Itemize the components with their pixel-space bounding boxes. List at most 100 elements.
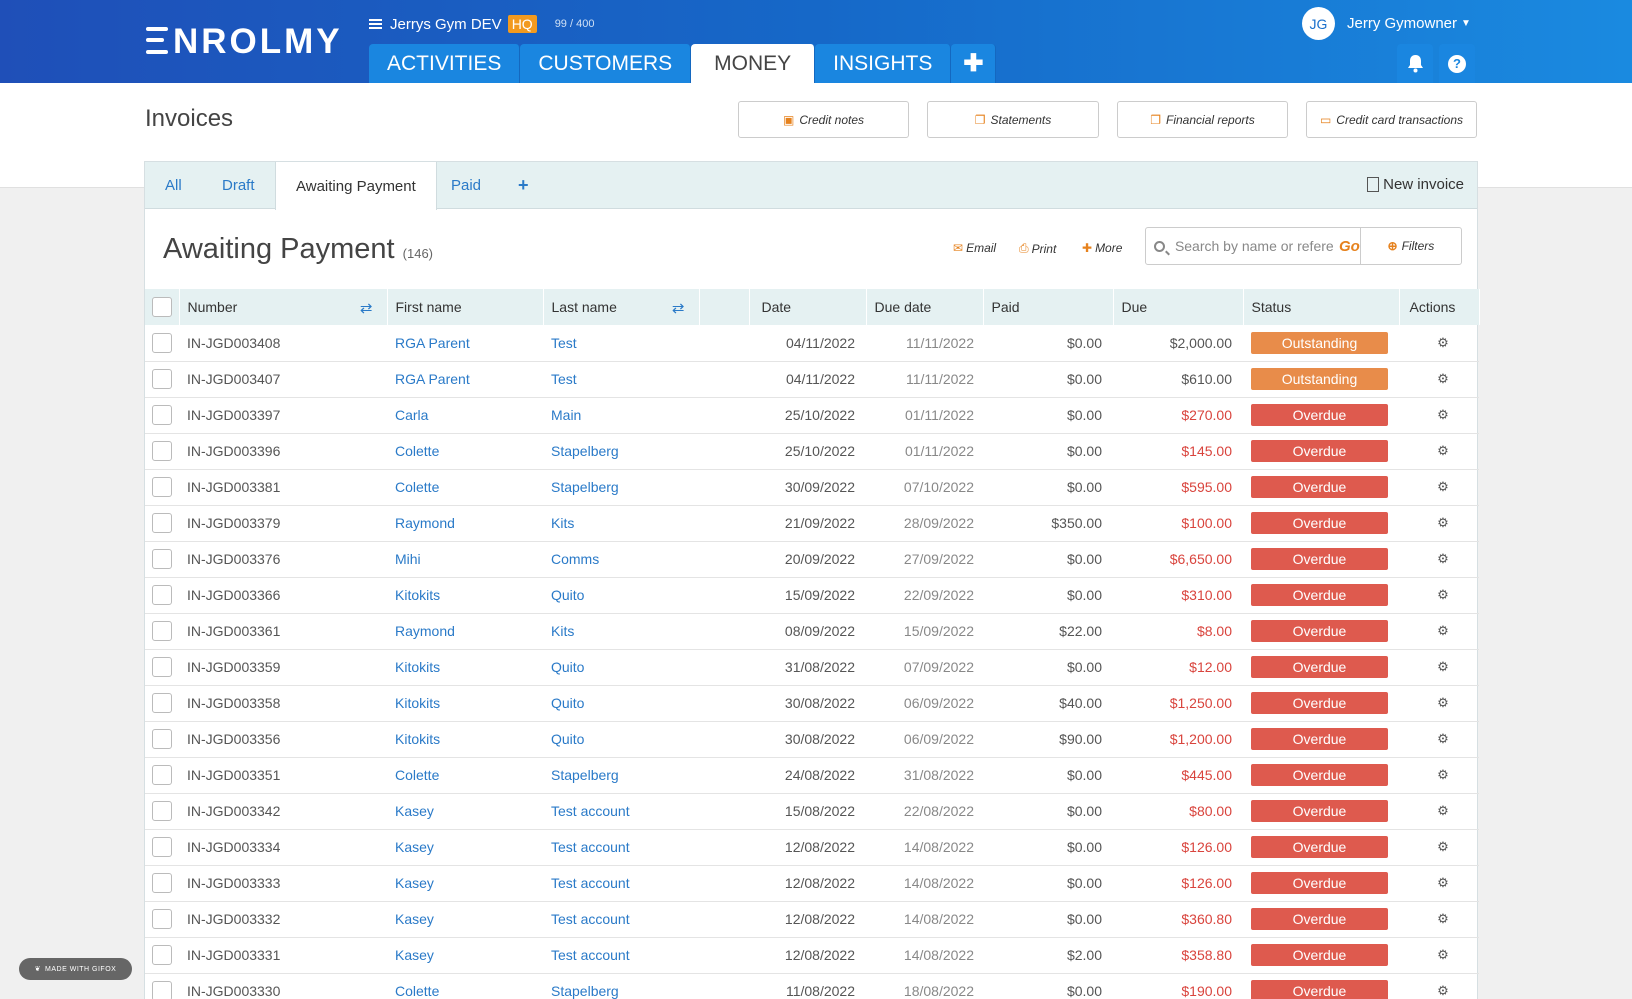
gear-icon[interactable]: ⚙ — [1407, 875, 1479, 891]
table-row[interactable]: IN-JGD003396 Colette Stapelberg 25/10/2022 0… — [145, 433, 1479, 469]
table-row[interactable]: IN-JGD003366 Kitokits Quito 15/09/2022 22/09… — [145, 577, 1479, 613]
invoice-number[interactable]: IN-JGD003396 — [179, 433, 387, 469]
gear-icon[interactable]: ⚙ — [1407, 911, 1479, 927]
table-row[interactable]: IN-JGD003381 Colette Stapelberg 30/09/2022 0… — [145, 469, 1479, 505]
gear-icon[interactable]: ⚙ — [1407, 407, 1479, 423]
search-input[interactable] — [1174, 238, 1333, 254]
statements-button[interactable]: ❐ Statements — [927, 101, 1099, 138]
nav-tab-money[interactable]: MONEY — [691, 44, 816, 83]
tab-awaiting-payment[interactable]: Awaiting Payment — [275, 162, 437, 210]
invoice-number[interactable]: IN-JGD003397 — [179, 397, 387, 433]
table-row[interactable]: IN-JGD003331 Kasey Test account 12/08/2022 1… — [145, 937, 1479, 973]
last-name-link[interactable]: Test — [543, 325, 699, 361]
gear-icon[interactable]: ⚙ — [1407, 587, 1479, 603]
financial-reports-button[interactable]: ❐ Financial reports — [1117, 101, 1288, 138]
table-row[interactable]: IN-JGD003332 Kasey Test account 12/08/2022 1… — [145, 901, 1479, 937]
first-name-link[interactable]: Mihi — [387, 541, 543, 577]
tab-all[interactable]: All — [165, 162, 182, 209]
gear-icon[interactable]: ⚙ — [1407, 803, 1479, 819]
menu-icon[interactable] — [369, 19, 382, 29]
new-invoice-button[interactable]: New invoice — [1367, 176, 1464, 193]
last-name-link[interactable]: Quito — [543, 721, 699, 757]
table-row[interactable]: IN-JGD003342 Kasey Test account 15/08/2022 2… — [145, 793, 1479, 829]
invoice-number[interactable]: IN-JGD003358 — [179, 685, 387, 721]
column-status[interactable]: Status — [1243, 289, 1400, 325]
row-checkbox[interactable] — [152, 405, 172, 425]
first-name-link[interactable]: Kitokits — [387, 577, 543, 613]
gear-icon[interactable]: ⚙ — [1407, 839, 1479, 855]
row-checkbox[interactable] — [152, 513, 172, 533]
row-checkbox[interactable] — [152, 909, 172, 929]
invoice-number[interactable]: IN-JGD003342 — [179, 793, 387, 829]
tab-draft[interactable]: Draft — [222, 162, 255, 209]
table-row[interactable]: IN-JGD003379 Raymond Kits 21/09/2022 28/09/2… — [145, 505, 1479, 541]
first-name-link[interactable]: Raymond — [387, 505, 543, 541]
last-name-link[interactable]: Quito — [543, 649, 699, 685]
row-checkbox[interactable] — [152, 765, 172, 785]
user-menu[interactable]: JG Jerry Gymowner ▼ — [1302, 7, 1471, 40]
last-name-link[interactable]: Test account — [543, 865, 699, 901]
last-name-link[interactable]: Test — [543, 361, 699, 397]
invoice-number[interactable]: IN-JGD003356 — [179, 721, 387, 757]
print-button[interactable]: ⎙ Print — [1019, 241, 1056, 256]
gear-icon[interactable]: ⚙ — [1407, 767, 1479, 783]
gear-icon[interactable]: ⚙ — [1407, 659, 1479, 675]
column-first-name[interactable]: First name — [387, 289, 544, 325]
table-row[interactable]: IN-JGD003361 Raymond Kits 08/09/2022 15/09/2… — [145, 613, 1479, 649]
gear-icon[interactable]: ⚙ — [1407, 335, 1479, 351]
table-row[interactable]: IN-JGD003397 Carla Main 25/10/2022 01/11/202… — [145, 397, 1479, 433]
org-switcher[interactable]: Jerrys Gym DEV HQ 99 / 400 — [369, 15, 594, 33]
first-name-link[interactable]: Kasey — [387, 937, 543, 973]
last-name-link[interactable]: Kits — [543, 505, 699, 541]
last-name-link[interactable]: Quito — [543, 577, 699, 613]
row-checkbox[interactable] — [152, 369, 172, 389]
filters-button[interactable]: ⊕ Filters — [1359, 228, 1461, 264]
first-name-link[interactable]: Carla — [387, 397, 543, 433]
last-name-link[interactable]: Test account — [543, 937, 699, 973]
gear-icon[interactable]: ⚙ — [1407, 623, 1479, 639]
bell-icon[interactable] — [1397, 44, 1433, 83]
email-button[interactable]: ✉ Email — [953, 241, 996, 255]
table-row[interactable]: IN-JGD003351 Colette Stapelberg 24/08/2022 3… — [145, 757, 1479, 793]
gear-icon[interactable]: ⚙ — [1407, 551, 1479, 567]
last-name-link[interactable]: Stapelberg — [543, 973, 699, 999]
invoice-number[interactable]: IN-JGD003379 — [179, 505, 387, 541]
gear-icon[interactable]: ⚙ — [1407, 371, 1479, 387]
search-go-button[interactable]: Go — [1339, 238, 1360, 255]
nav-tab-customers[interactable]: CUSTOMERS — [520, 44, 692, 83]
first-name-link[interactable]: Colette — [387, 469, 543, 505]
first-name-link[interactable]: Colette — [387, 973, 543, 999]
last-name-link[interactable]: Test account — [543, 829, 699, 865]
app-logo[interactable]: NROLMY — [146, 22, 343, 62]
invoice-number[interactable]: IN-JGD003381 — [179, 469, 387, 505]
select-all-checkbox[interactable] — [152, 297, 172, 317]
gear-icon[interactable]: ⚙ — [1407, 443, 1479, 459]
row-checkbox[interactable] — [152, 693, 172, 713]
first-name-link[interactable]: Kasey — [387, 865, 543, 901]
row-checkbox[interactable] — [152, 945, 172, 965]
row-checkbox[interactable] — [152, 441, 172, 461]
last-name-link[interactable]: Quito — [543, 685, 699, 721]
invoice-number[interactable]: IN-JGD003351 — [179, 757, 387, 793]
invoice-number[interactable]: IN-JGD003407 — [179, 361, 387, 397]
invoice-number[interactable]: IN-JGD003376 — [179, 541, 387, 577]
gear-icon[interactable]: ⚙ — [1407, 983, 1479, 999]
row-checkbox[interactable] — [152, 585, 172, 605]
last-name-link[interactable]: Main — [543, 397, 699, 433]
column-due-date[interactable]: Due date — [866, 289, 984, 325]
column-paid[interactable]: Paid — [983, 289, 1114, 325]
first-name-link[interactable]: Kitokits — [387, 685, 543, 721]
invoice-number[interactable]: IN-JGD003331 — [179, 937, 387, 973]
row-checkbox[interactable] — [152, 477, 172, 497]
sort-icon[interactable]: ⇄ — [672, 299, 685, 317]
first-name-link[interactable]: Raymond — [387, 613, 543, 649]
table-row[interactable]: IN-JGD003408 RGA Parent Test 04/11/2022 11/1… — [145, 325, 1479, 361]
column-due[interactable]: Due — [1113, 289, 1244, 325]
column-date[interactable]: Date — [749, 289, 867, 325]
sort-icon[interactable]: ⇄ — [360, 299, 373, 317]
first-name-link[interactable]: Colette — [387, 433, 543, 469]
last-name-link[interactable]: Kits — [543, 613, 699, 649]
credit-card-transactions-button[interactable]: ▭ Credit card transactions — [1306, 101, 1477, 138]
gear-icon[interactable]: ⚙ — [1407, 479, 1479, 495]
nav-tab-insights[interactable]: INSIGHTS — [815, 44, 952, 83]
